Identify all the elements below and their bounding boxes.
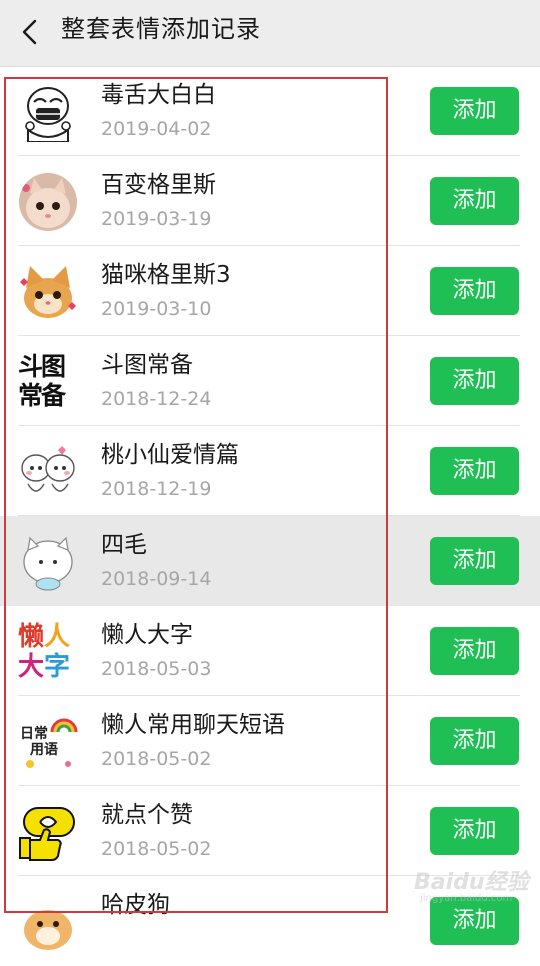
sticker-thumbnail bbox=[18, 262, 78, 322]
sticker-thumbnail: 斗图 常备 bbox=[18, 352, 78, 412]
pack-name: 懒人常用聊天短语 bbox=[101, 712, 285, 738]
back-button[interactable] bbox=[16, 17, 46, 47]
list-item: 猫咪格里斯3 2019-03-10 添加 bbox=[0, 246, 540, 336]
watermark-url: jingyan.baidu.com bbox=[420, 893, 513, 904]
pack-date: 2018-12-24 bbox=[101, 388, 212, 410]
pack-name: 斗图常备 bbox=[101, 352, 193, 378]
pack-date: 2018-12-19 bbox=[101, 478, 212, 500]
list-item: 桃小仙爱情篇 2018-12-19 添加 bbox=[0, 426, 540, 516]
thumbnail-text: 常备 bbox=[18, 381, 66, 410]
chevron-left-icon bbox=[22, 19, 37, 45]
pack-date: 2019-03-10 bbox=[101, 298, 212, 320]
pack-name: 毒舌大白白 bbox=[101, 82, 216, 108]
pack-date: 2019-03-19 bbox=[101, 208, 212, 230]
pack-name: 懒人大字 bbox=[101, 622, 193, 648]
sticker-thumbnail bbox=[18, 442, 78, 502]
thumbnail-text: 用语 bbox=[30, 742, 58, 758]
pack-date: 2018-05-03 bbox=[101, 658, 212, 680]
top-bar: 整套表情添加记录 bbox=[0, 0, 540, 67]
pack-date: 2018-05-02 bbox=[101, 838, 212, 860]
add-button[interactable]: 添加 bbox=[430, 537, 519, 585]
pack-name: 百变格里斯 bbox=[101, 172, 216, 198]
sticker-thumbnail: 日常 用语 bbox=[18, 712, 78, 772]
pack-name: 猫咪格里斯3 bbox=[101, 262, 231, 288]
add-button[interactable]: 添加 bbox=[430, 267, 519, 315]
pack-name: 就点个赞 bbox=[101, 802, 193, 828]
add-button[interactable]: 添加 bbox=[430, 717, 519, 765]
thumbnail-text: 大 bbox=[18, 652, 45, 682]
add-button[interactable]: 添加 bbox=[430, 357, 519, 405]
list-item: 懒人 大字 懒人大字 2018-05-03 添加 bbox=[0, 606, 540, 696]
sticker-pack-list: 毒舌大白白 2019-04-02 添加 百变格里斯 2019-03-19 添加 bbox=[0, 66, 540, 966]
sticker-thumbnail bbox=[18, 82, 78, 142]
watermark-text: Baidu经验 bbox=[414, 870, 529, 895]
add-button[interactable]: 添加 bbox=[430, 177, 519, 225]
list-item: 百变格里斯 2019-03-19 添加 bbox=[0, 156, 540, 246]
pack-date: 2018-05-02 bbox=[101, 748, 212, 770]
list-item: 斗图 常备 斗图常备 2018-12-24 添加 bbox=[0, 336, 540, 426]
add-button[interactable]: 添加 bbox=[430, 807, 519, 855]
thumbnail-text: 日常 bbox=[20, 726, 48, 742]
list-item: 就点个赞 2018-05-02 添加 bbox=[0, 786, 540, 876]
pack-date: 2019-04-02 bbox=[101, 118, 212, 140]
add-button[interactable]: 添加 bbox=[430, 447, 519, 495]
pack-name: 四毛 bbox=[101, 532, 147, 558]
sticker-thumbnail bbox=[19, 173, 77, 231]
thumbnail-text: 人 bbox=[44, 622, 71, 652]
list-item: 四毛 2018-09-14 添加 bbox=[0, 516, 540, 606]
thumbnail-text: 懒 bbox=[18, 622, 45, 652]
watermark: Baidu经验 jingyan.baidu.com bbox=[414, 864, 529, 908]
pack-name: 桃小仙爱情篇 bbox=[101, 442, 239, 468]
sticker-thumbnail bbox=[23, 536, 73, 591]
sticker-thumbnail: 懒人 大字 bbox=[18, 622, 78, 682]
sticker-thumbnail bbox=[18, 892, 78, 952]
pack-date: 2018-09-14 bbox=[101, 568, 212, 590]
thumbnail-text: 字 bbox=[44, 652, 71, 682]
list-item: 日常 用语 懒人常用聊天短语 2018-05-02 添加 bbox=[0, 696, 540, 786]
page-title: 整套表情添加记录 bbox=[61, 15, 261, 43]
add-button[interactable]: 添加 bbox=[430, 627, 519, 675]
list-item: 毒舌大白白 2019-04-02 添加 bbox=[0, 66, 540, 156]
thumbs-up-icon bbox=[18, 802, 78, 862]
thumbnail-text: 斗图 bbox=[18, 352, 66, 381]
add-button[interactable]: 添加 bbox=[430, 87, 519, 135]
